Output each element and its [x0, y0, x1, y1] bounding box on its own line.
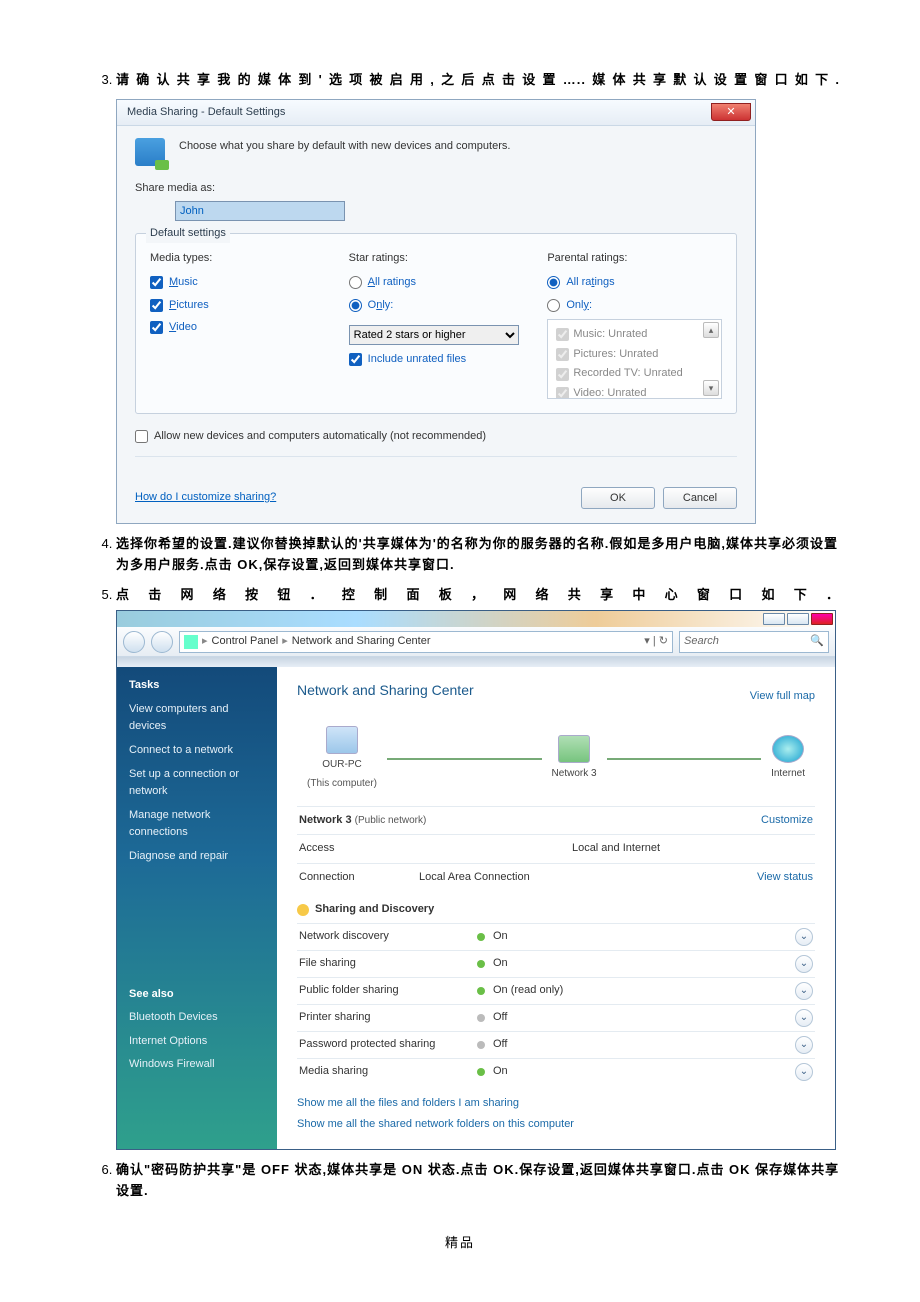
help-link[interactable]: How do I customize sharing? — [135, 489, 276, 507]
cancel-button[interactable]: Cancel — [663, 487, 737, 509]
scroll-down-icon[interactable]: ▾ — [703, 380, 719, 396]
chevron-down-icon[interactable]: ⌄ — [795, 1036, 813, 1054]
sidebar-item-firewall[interactable]: Windows Firewall — [129, 1056, 265, 1074]
address-bar: ▸ Control Panel ▸ Network and Sharing Ce… — [117, 627, 835, 657]
row-network-discovery: Network discoveryOn⌄ — [297, 923, 815, 950]
network-icon — [558, 735, 590, 763]
dialog-title: Media Sharing - Default Settings — [127, 104, 711, 122]
music-checkbox[interactable]: Music — [150, 274, 325, 292]
close-icon[interactable]: ✕ — [711, 103, 751, 121]
star-ratings-col: Star ratings: All ratings Only: Rated 2 … — [349, 250, 524, 399]
network-header-row: Network 3 (Public network) Customize — [297, 806, 815, 835]
media-types-head: Media types: — [150, 250, 325, 268]
dialog-titlebar: Media Sharing - Default Settings ✕ — [117, 100, 755, 126]
sidebar-item-bluetooth[interactable]: Bluetooth Devices — [129, 1009, 265, 1027]
parental-ratings-col: Parental ratings: All ratings Only: Musi… — [547, 250, 722, 399]
tasks-header: Tasks — [129, 677, 265, 695]
ok-button[interactable]: OK — [581, 487, 655, 509]
row-printer-sharing: Printer sharingOff⌄ — [297, 1004, 815, 1031]
sidebar-item-diagnose[interactable]: Diagnose and repair — [129, 848, 265, 866]
step-3: 请确认共享我的媒体到'选项被启用,之后点击设置…..媒体共享默认设置窗口如下. … — [116, 70, 840, 524]
star-all-radio[interactable]: All ratings — [349, 274, 524, 292]
view-status-link[interactable]: View status — [757, 869, 813, 887]
row-media-sharing: Media sharingOn⌄ — [297, 1058, 815, 1085]
row-public-folder: Public folder sharingOn (read only)⌄ — [297, 977, 815, 1004]
star-select[interactable]: Rated 2 stars or higher — [349, 325, 519, 345]
breadcrumb[interactable]: ▸ Control Panel ▸ Network and Sharing Ce… — [179, 631, 673, 653]
media-sharing-dialog: Media Sharing - Default Settings ✕ Choos… — [116, 99, 756, 524]
window-chrome — [117, 611, 835, 627]
show-folders-link[interactable]: Show me all the shared network folders o… — [297, 1116, 815, 1134]
network-diagram: OUR-PC(This computer) Network 3 Internet — [297, 720, 815, 806]
par-all-radio[interactable]: All ratings — [547, 274, 722, 292]
back-icon[interactable] — [123, 631, 145, 653]
sidebar-item-connect[interactable]: Connect to a network — [129, 742, 265, 760]
star-head: Star ratings: — [349, 250, 524, 268]
network-sharing-window: ▸ Control Panel ▸ Network and Sharing Ce… — [116, 610, 836, 1150]
step-6-text: 确认"密码防护共享"是 OFF 状态,媒体共享是 ON 状态.点击 OK.保存设… — [116, 1162, 839, 1198]
parental-head: Parental ratings: — [547, 250, 722, 268]
parental-list: Music: Unrated Pictures: Unrated Recorde… — [547, 319, 722, 399]
default-settings-group: Default settings Media types: Music Pict… — [135, 233, 737, 414]
step-4: 选择你希望的设置.建议你替换掉默认的'共享媒体为'的名称为你的服务器的名称.假如… — [116, 534, 840, 576]
chevron-down-icon[interactable]: ⌄ — [795, 1009, 813, 1027]
star-only-radio[interactable]: Only: — [349, 297, 524, 315]
dialog-intro: Choose what you share by default with ne… — [179, 138, 510, 156]
globe-icon — [772, 735, 804, 763]
group-title: Default settings — [146, 225, 230, 243]
forward-icon[interactable] — [151, 631, 173, 653]
sidebar-item-manage[interactable]: Manage network connections — [129, 807, 265, 842]
cp-icon — [184, 635, 198, 649]
scroll-up-icon[interactable]: ▴ — [703, 322, 719, 338]
include-unrated-checkbox[interactable]: Include unrated files — [349, 351, 524, 369]
step-5-text: 点击网络按钮．控制面板，网络共享中心窗口如下． — [116, 585, 840, 606]
step-4-text: 选择你希望的设置.建议你替换掉默认的'共享媒体为'的名称为你的服务器的名称.假如… — [116, 536, 838, 572]
step-5: 点击网络按钮．控制面板，网络共享中心窗口如下． ▸ Control Panel … — [116, 585, 840, 1150]
step-6: 确认"密码防护共享"是 OFF 状态,媒体共享是 ON 状态.点击 OK.保存设… — [116, 1160, 840, 1202]
main-panel: Network and Sharing Center View full map… — [277, 667, 835, 1149]
tasks-sidebar: Tasks View computers and devices Connect… — [117, 667, 277, 1149]
page-title: Network and Sharing Center — [297, 679, 474, 701]
close-icon[interactable] — [811, 613, 833, 625]
share-media-label: Share media as: — [135, 180, 737, 198]
chevron-down-icon[interactable]: ⌄ — [795, 928, 813, 946]
sidebar-item-setup[interactable]: Set up a connection or network — [129, 766, 265, 801]
maximize-icon[interactable] — [787, 613, 809, 625]
allow-auto-checkbox[interactable]: Allow new devices and computers automati… — [135, 428, 737, 446]
minimize-icon[interactable] — [763, 613, 785, 625]
sidebar-item-internet-opts[interactable]: Internet Options — [129, 1033, 265, 1051]
customize-link[interactable]: Customize — [761, 812, 813, 830]
step-3-text: 请确认共享我的媒体到'选项被启用,之后点击设置…..媒体共享默认设置窗口如下. — [116, 70, 840, 91]
view-full-map-link[interactable]: View full map — [750, 688, 815, 706]
computer-icon — [326, 726, 358, 754]
see-also-header: See also — [129, 986, 265, 1004]
media-icon — [135, 138, 165, 166]
row-file-sharing: File sharingOn⌄ — [297, 950, 815, 977]
par-only-radio[interactable]: Only: — [547, 297, 722, 315]
media-types-col: Media types: Music Pictures Video — [150, 250, 325, 399]
video-checkbox[interactable]: Video — [150, 319, 325, 337]
warning-icon — [297, 904, 309, 916]
pictures-checkbox[interactable]: Pictures — [150, 297, 325, 315]
row-password-sharing: Password protected sharingOff⌄ — [297, 1031, 815, 1058]
search-icon: 🔍 — [810, 633, 824, 651]
chevron-down-icon[interactable]: ⌄ — [795, 982, 813, 1000]
share-media-input[interactable] — [175, 201, 345, 221]
show-files-link[interactable]: Show me all the files and folders I am s… — [297, 1095, 815, 1113]
search-input[interactable]: Search🔍 — [679, 631, 829, 653]
sharing-header: Sharing and Discovery — [297, 901, 815, 919]
footer: 精品 — [80, 1232, 840, 1251]
sidebar-item-view-comp[interactable]: View computers and devices — [129, 701, 265, 736]
chevron-down-icon[interactable]: ⌄ — [795, 1063, 813, 1081]
chevron-down-icon[interactable]: ⌄ — [795, 955, 813, 973]
